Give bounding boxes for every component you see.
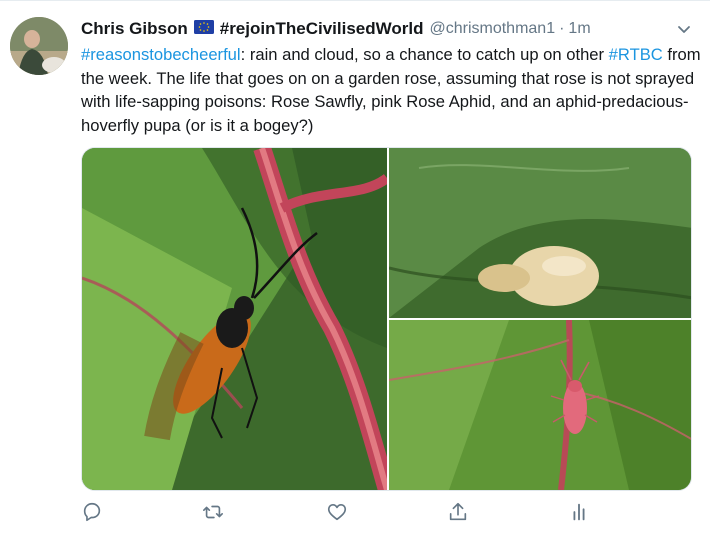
tweet-text-segment: : rain and cloud, so a chance to catch u… — [240, 45, 609, 64]
tweet-header: Chris Gibson #rejoinTheCivilisedWorld @c… — [81, 17, 670, 41]
eu-flag-icon — [193, 19, 214, 39]
share-icon[interactable] — [447, 501, 471, 525]
separator-dot: · — [559, 20, 565, 37]
media-grid — [81, 147, 692, 491]
chevron-down-icon[interactable] — [676, 21, 692, 37]
hashtag-link[interactable]: #reasonstobecheerful — [81, 45, 241, 64]
rose-sawfly-photo[interactable] — [82, 148, 387, 490]
tweet-actions — [81, 501, 601, 529]
reply-icon[interactable] — [81, 501, 105, 525]
tweet-text: #reasonstobecheerful: rain and cloud, so… — [81, 43, 701, 137]
avatar[interactable] — [10, 17, 68, 75]
analytics-icon[interactable] — [568, 501, 592, 525]
tweet[interactable]: Chris Gibson #rejoinTheCivilisedWorld @c… — [0, 0, 710, 541]
retweet-icon[interactable] — [202, 501, 226, 525]
pink-rose-aphid-photo[interactable] — [389, 320, 691, 490]
display-name[interactable]: Chris Gibson — [81, 19, 188, 39]
timestamp[interactable]: 1m — [568, 20, 590, 38]
user-handle[interactable]: @chrismothman1 — [429, 20, 555, 38]
hashtag-link[interactable]: #RTBC — [609, 45, 663, 64]
like-icon[interactable] — [326, 501, 350, 525]
hoverfly-pupa-photo[interactable] — [389, 148, 691, 318]
display-name-hashtag: #rejoinTheCivilisedWorld — [219, 19, 424, 38]
